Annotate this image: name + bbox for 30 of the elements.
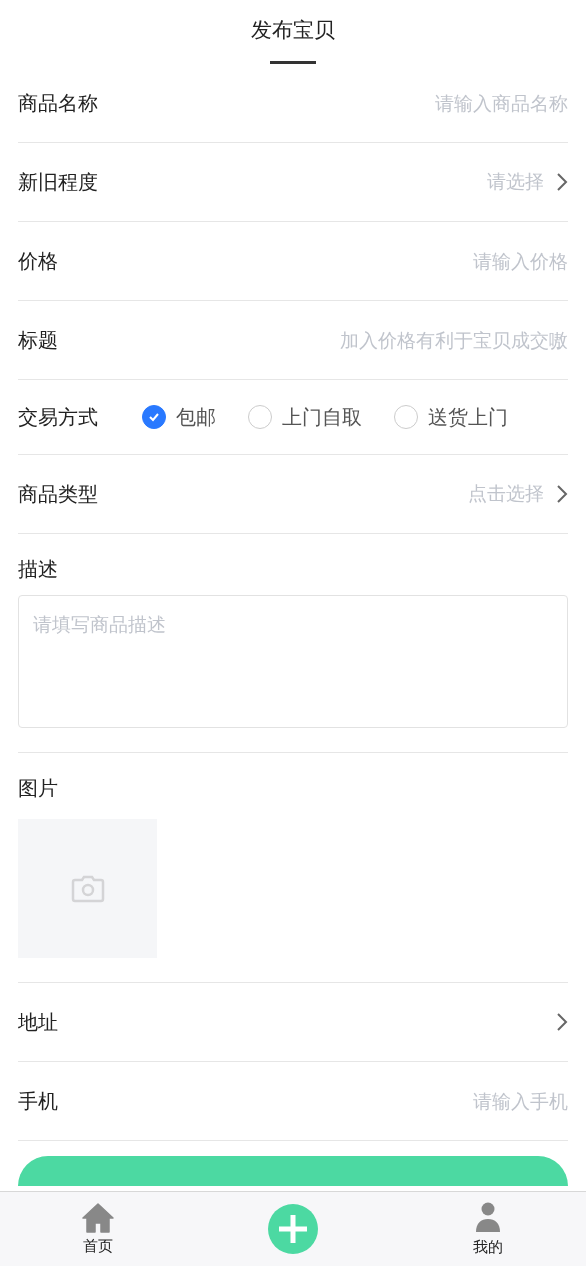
- description-field[interactable]: 请填写商品描述: [18, 595, 568, 728]
- camera-icon: [70, 874, 105, 903]
- profile-icon[interactable]: [475, 1201, 502, 1234]
- option-label[interactable]: 送货上门: [428, 403, 508, 431]
- input-field[interactable]: 请输入商品名称: [98, 92, 568, 114]
- add-icon[interactable]: [267, 1203, 319, 1255]
- field-label: 手机: [18, 1087, 58, 1115]
- chevron-icon[interactable]: [556, 1012, 568, 1032]
- home-icon[interactable]: [81, 1202, 114, 1233]
- tab-label[interactable]: 我的: [473, 1237, 504, 1257]
- field-label: 图片: [18, 775, 59, 802]
- field-label: 描述: [18, 556, 59, 583]
- radio-button[interactable]: [142, 405, 166, 429]
- field-label: 交易方式: [18, 403, 98, 431]
- option-label[interactable]: 包邮: [176, 403, 216, 431]
- field-label: 新旧程度: [18, 168, 98, 196]
- field-label: 地址: [18, 1008, 58, 1036]
- input-field[interactable]: 请输入价格: [58, 250, 568, 272]
- input-field[interactable]: 加入价格有利于宝贝成交嗷: [58, 329, 568, 351]
- chevron-icon[interactable]: [556, 172, 568, 192]
- field-label: 标题: [18, 326, 58, 354]
- option-label[interactable]: 上门自取: [282, 403, 362, 431]
- input-field[interactable]: 请输入手机: [58, 1090, 568, 1112]
- field-label: 商品类型: [18, 480, 98, 508]
- field-label: 价格: [18, 247, 58, 275]
- chevron-icon[interactable]: [556, 484, 568, 504]
- page-title: 发布宝贝: [251, 17, 335, 44]
- publish-button[interactable]: [18, 1156, 568, 1186]
- tab-label[interactable]: 首页: [82, 1236, 113, 1256]
- field-label: 商品名称: [18, 89, 98, 117]
